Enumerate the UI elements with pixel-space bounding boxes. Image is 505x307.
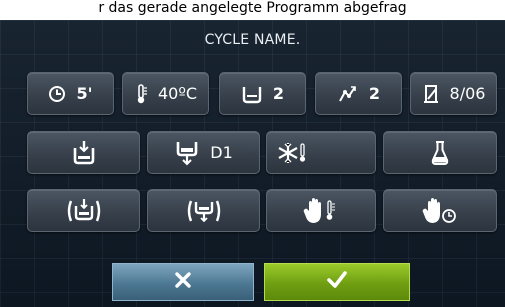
- confirm-button[interactable]: [264, 263, 410, 301]
- manual-time-button[interactable]: [383, 189, 497, 232]
- machine-screen: CYCLE NAME. 5' 40ºC 2 2 8/06 D1: [0, 20, 505, 307]
- thermometer-icon: [134, 83, 148, 105]
- document-caption: r das gerade angelegte Programm abgefrag: [0, 0, 505, 20]
- rinse-count: 2: [272, 84, 285, 103]
- hand-thermometer-icon: [303, 197, 339, 225]
- drain-tub-icon: [174, 139, 200, 167]
- dosing-value: 8/06: [449, 84, 486, 103]
- x-icon: [175, 272, 191, 292]
- flask-icon: [430, 140, 450, 166]
- spin-curve-icon: [337, 84, 359, 104]
- fill-button[interactable]: [27, 131, 140, 174]
- cold-button[interactable]: [266, 131, 376, 174]
- manual-temperature-button[interactable]: [266, 189, 376, 232]
- fill-cycle-icon: [65, 197, 103, 225]
- check-icon: [327, 271, 347, 293]
- drain-value: D1: [210, 143, 233, 162]
- rinse-button[interactable]: 2: [219, 72, 306, 115]
- dosing-button[interactable]: 8/06: [410, 72, 497, 115]
- fill-tub-icon: [71, 140, 97, 166]
- snowflake-thermometer-icon: [277, 141, 309, 165]
- spin-count: 2: [368, 84, 381, 103]
- cancel-button[interactable]: [112, 263, 254, 301]
- hand-clock-icon: [422, 197, 458, 225]
- temperature-button[interactable]: 40ºC: [122, 72, 209, 115]
- time-button[interactable]: 5': [27, 72, 114, 115]
- page-title: CYCLE NAME.: [204, 32, 301, 48]
- recirculate-fill-button[interactable]: [27, 189, 140, 232]
- time-value: 5': [76, 84, 93, 103]
- metronome-icon: [422, 84, 440, 104]
- recirculate-drain-button[interactable]: [147, 189, 260, 232]
- drain-button[interactable]: D1: [147, 131, 260, 174]
- spin-button[interactable]: 2: [315, 72, 402, 115]
- temperature-value: 40ºC: [157, 84, 198, 103]
- clock-icon: [48, 85, 66, 103]
- drain-cycle-icon: [185, 197, 223, 225]
- tub-icon: [241, 84, 263, 104]
- detergent-button[interactable]: [383, 131, 497, 174]
